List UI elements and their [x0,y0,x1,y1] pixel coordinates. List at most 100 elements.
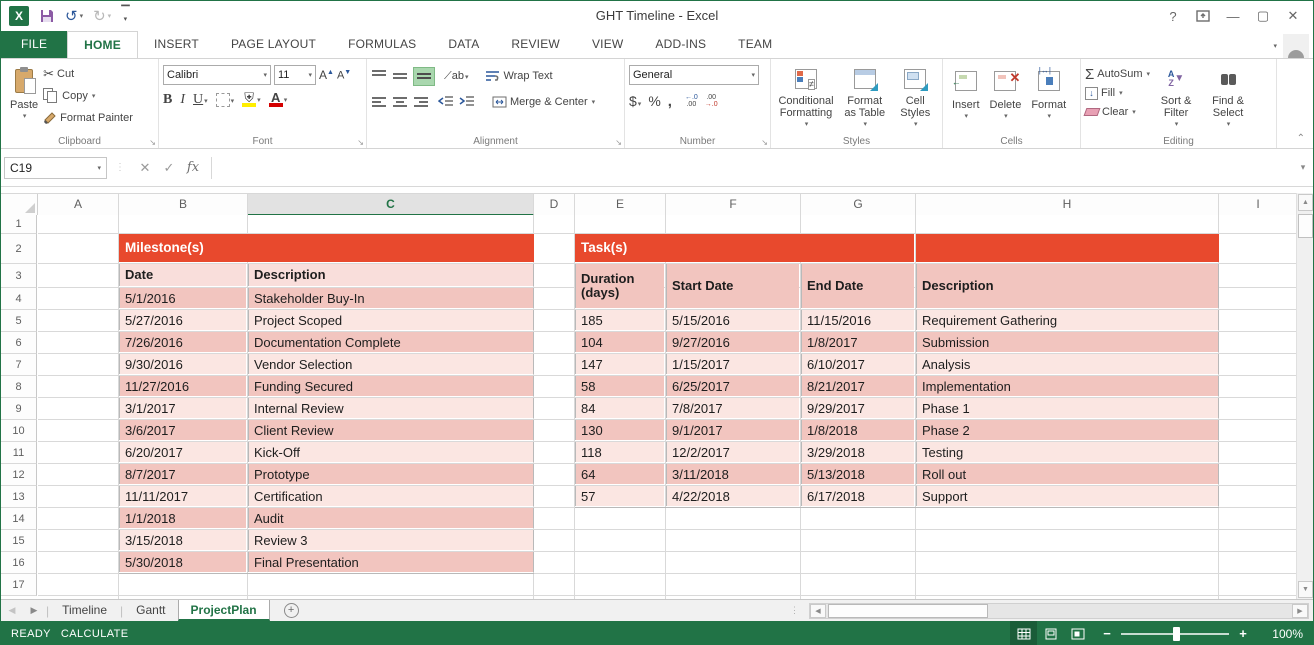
ribbon-tab-review[interactable]: REVIEW [495,31,576,58]
font-color-button[interactable]: A▾ [269,93,288,107]
comma-button[interactable]: , [668,93,672,110]
sheet-nav-left-icon[interactable]: ◀ [1,605,23,616]
formula-input[interactable] [211,157,1293,179]
align-left-icon[interactable] [371,95,387,109]
table-cell[interactable]: Kick-Off [248,442,534,462]
table-cell[interactable]: 1/15/2017 [666,354,799,374]
table-cell[interactable]: 64 [575,464,664,484]
redo-button[interactable]: ↻▾ [93,7,111,25]
table-cell[interactable]: 6/20/2017 [119,442,246,462]
column-header-D[interactable]: D [534,194,575,215]
copy-button[interactable]: Copy▾ [43,85,133,107]
decrease-font-button[interactable]: A▼ [337,69,351,82]
ribbon-tab-team[interactable]: TEAM [722,31,788,58]
italic-button[interactable]: I [180,92,185,108]
number-format-combobox[interactable]: General▾ [629,65,759,85]
row-header-9[interactable]: 9 [1,398,37,420]
table-cell[interactable]: 3/15/2018 [119,530,246,550]
conditional-formatting-button[interactable]: ≠ Conditional Formatting▾ [775,63,837,134]
formula-bar-handle[interactable]: ⋮ [115,162,125,173]
table-cell[interactable]: Stakeholder Buy-In [248,288,534,308]
table-cell[interactable]: 1/8/2018 [801,420,914,440]
vertical-scrollbar[interactable]: ▲ ▼ [1296,193,1313,599]
zoom-out-button[interactable]: − [1099,626,1115,641]
ribbon-display-options-button[interactable] [1189,4,1217,28]
format-cells-button[interactable]: |↔| Format▾ [1026,63,1071,134]
table-cell[interactable]: Phase 2 [916,420,1219,440]
table-cell[interactable]: Review 3 [248,530,534,550]
font-dialog-launcher[interactable]: ↘ [357,138,364,147]
percent-button[interactable]: % [648,93,660,109]
table-cell[interactable]: 8/21/2017 [801,376,914,396]
table-cell[interactable]: 11/11/2017 [119,486,246,506]
vertical-scroll-thumb[interactable] [1298,214,1313,238]
increase-font-button[interactable]: A▲ [319,68,334,82]
font-size-combobox[interactable]: 11▾ [274,65,316,85]
row-header-14[interactable]: 14 [1,508,37,530]
ribbon-tab-file[interactable]: FILE [1,31,67,58]
increase-decimal-button[interactable]: ←.0.00 [685,94,698,108]
table-cell[interactable]: 7/26/2016 [119,332,246,352]
scroll-right-button[interactable]: ▶ [1292,604,1308,618]
row-header-8[interactable]: 8 [1,376,37,398]
ribbon-tab-page-layout[interactable]: PAGE LAYOUT [215,31,332,58]
table-cell[interactable]: Audit [248,508,534,528]
table-cell[interactable]: 130 [575,420,664,440]
clear-button[interactable]: Clear▾ [1085,103,1150,121]
align-center-icon[interactable] [392,95,408,109]
table-cell[interactable]: 5/30/2018 [119,552,246,572]
undo-button[interactable]: ↺▾ [65,7,83,25]
table-cell[interactable]: 5/27/2016 [119,310,246,330]
table-cell[interactable]: Funding Secured [248,376,534,396]
zoom-level[interactable]: 100% [1259,627,1303,641]
page-break-view-button[interactable] [1064,621,1091,645]
table-cell[interactable]: 12/2/2017 [666,442,799,462]
table-cell[interactable]: Project Scoped [248,310,534,330]
table-cell[interactable]: Internal Review [248,398,534,418]
ribbon-tab-insert[interactable]: INSERT [138,31,215,58]
row-header-7[interactable]: 7 [1,354,37,376]
insert-cells-button[interactable]: ← Insert▾ [947,63,985,134]
column-header-F[interactable]: F [666,194,801,215]
align-top-icon[interactable] [371,69,387,83]
column-header-H[interactable]: H [916,194,1219,215]
row-header-12[interactable]: 12 [1,464,37,486]
table-cell[interactable]: 84 [575,398,664,418]
zoom-in-button[interactable]: + [1235,626,1251,641]
table-cell[interactable]: 5/15/2016 [666,310,799,330]
table-cell[interactable]: 11/15/2016 [801,310,914,330]
ribbon-tab-view[interactable]: VIEW [576,31,639,58]
format-painter-button[interactable]: Format Painter [43,107,133,129]
page-layout-view-button[interactable] [1037,621,1064,645]
horizontal-scrollbar[interactable]: ◀ ▶ [809,603,1309,619]
sheet-grid[interactable]: 1234567891011121314151617Milestone(s)Dat… [1,215,1298,599]
fill-button[interactable]: ↓Fill▾ [1085,84,1150,102]
row-header-10[interactable]: 10 [1,420,37,442]
table-cell[interactable]: 9/29/2017 [801,398,914,418]
normal-view-button[interactable] [1010,621,1037,645]
table-cell[interactable]: Implementation [916,376,1219,396]
horizontal-scroll-thumb[interactable] [828,604,988,618]
table-cell[interactable]: Documentation Complete [248,332,534,352]
row-header-11[interactable]: 11 [1,442,37,464]
table-cell[interactable]: 7/8/2017 [666,398,799,418]
table-cell[interactable]: Final Presentation [248,552,534,572]
name-box[interactable]: C19▾ [4,157,107,179]
table-cell[interactable]: 118 [575,442,664,462]
customize-qat-button[interactable]: ▔▾ [121,9,129,23]
align-bottom-icon[interactable] [413,67,435,86]
column-header-I[interactable]: I [1219,194,1298,215]
table-cell[interactable]: Phase 1 [916,398,1219,418]
decrease-indent-icon[interactable] [438,95,454,109]
underline-button[interactable]: U▾ [193,92,208,108]
confirm-entry-button[interactable]: ✓ [157,160,181,176]
scroll-left-button[interactable]: ◀ [810,604,826,618]
paste-button[interactable]: Paste ▾ [5,63,43,134]
maximize-button[interactable]: ▢ [1249,4,1277,28]
row-header-16[interactable]: 16 [1,552,37,574]
cell-styles-button[interactable]: Cell Styles▾ [892,63,938,134]
row-header-4[interactable]: 4 [1,288,37,310]
sheet-tab-timeline[interactable]: Timeline [50,600,119,621]
table-cell[interactable]: 6/10/2017 [801,354,914,374]
format-as-table-button[interactable]: Format as Table▾ [837,63,892,134]
